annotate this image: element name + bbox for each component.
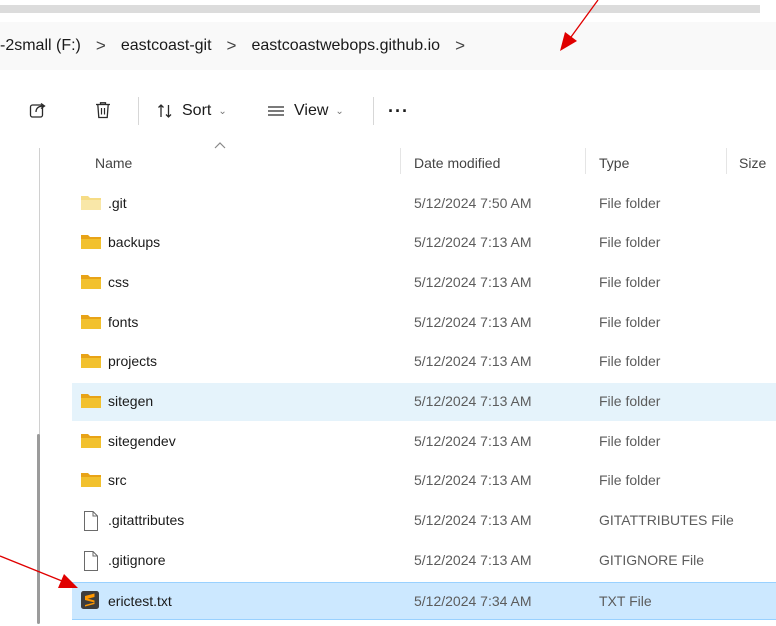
window-top-strip — [0, 0, 776, 14]
folder-icon — [80, 193, 102, 213]
share-icon[interactable] — [26, 98, 50, 122]
file-row[interactable]: src 5/12/2024 7:13 AM File folder — [72, 462, 776, 500]
breadcrumb-separator[interactable]: > — [96, 36, 106, 56]
file-type: GITIGNORE File — [599, 552, 705, 568]
column-divider[interactable] — [400, 148, 401, 174]
breadcrumb-drive[interactable]: -2small (F:) — [0, 37, 81, 55]
file-type: File folder — [599, 393, 661, 409]
folder-icon — [80, 470, 102, 490]
file-name: backups — [108, 234, 161, 250]
view-label: View — [294, 102, 329, 119]
breadcrumb-eastcoast-git[interactable]: eastcoast-git — [121, 37, 212, 55]
breadcrumb-separator[interactable]: > — [227, 36, 237, 56]
file-row[interactable]: .gitignore 5/12/2024 7:13 AM GITIGNORE F… — [72, 542, 776, 580]
file-name: .gitattributes — [108, 512, 185, 528]
file-type: File folder — [599, 234, 661, 250]
chevron-down-icon: ⌄ — [218, 105, 227, 117]
document-icon — [80, 550, 102, 571]
navigation-pane-scrollbar[interactable] — [37, 434, 40, 624]
file-type: File folder — [599, 433, 661, 449]
trash-icon[interactable] — [91, 98, 115, 122]
more-options-button[interactable]: ··· — [388, 97, 409, 125]
file-row[interactable]: backups 5/12/2024 7:13 AM File folder — [72, 224, 776, 262]
file-explorer-window: -2small (F:) > eastcoast-git > eastcoast… — [0, 0, 776, 626]
column-header-type[interactable]: Type — [599, 148, 629, 178]
file-row[interactable]: sitegendev 5/12/2024 7:13 AM File folder — [72, 423, 776, 461]
view-button[interactable]: View ⌄ — [266, 97, 344, 125]
breadcrumb-expand-chevron[interactable]: > — [455, 36, 465, 56]
folder-icon — [80, 312, 102, 332]
sort-label: Sort — [182, 102, 212, 119]
file-row-selected[interactable]: erictest.txt 5/12/2024 7:34 AM TXT File — [72, 582, 776, 620]
sort-arrows-icon — [156, 102, 174, 120]
column-header-date-modified[interactable]: Date modified — [414, 148, 500, 178]
file-type: File folder — [599, 195, 661, 211]
file-date-modified: 5/12/2024 7:34 AM — [414, 593, 532, 609]
file-row[interactable]: projects 5/12/2024 7:13 AM File folder — [72, 343, 776, 381]
breadcrumb-current-folder[interactable]: eastcoastwebops.github.io — [251, 37, 440, 55]
file-type: File folder — [599, 472, 661, 488]
file-date-modified: 5/12/2024 7:13 AM — [414, 393, 532, 409]
file-date-modified: 5/12/2024 7:13 AM — [414, 353, 532, 369]
file-row-hovered[interactable]: sitegen 5/12/2024 7:13 AM File folder — [72, 383, 776, 421]
column-divider[interactable] — [585, 148, 586, 174]
file-type: File folder — [599, 353, 661, 369]
address-bar[interactable]: -2small (F:) > eastcoast-git > eastcoast… — [0, 22, 776, 70]
file-date-modified: 5/12/2024 7:13 AM — [414, 512, 532, 528]
sort-button[interactable]: Sort ⌄ — [156, 97, 227, 125]
column-divider[interactable] — [726, 148, 727, 174]
file-date-modified: 5/12/2024 7:50 AM — [414, 195, 532, 211]
sublime-text-icon — [80, 590, 102, 610]
file-type: TXT File — [599, 593, 652, 609]
file-name: projects — [108, 353, 158, 369]
toolbar-divider — [373, 97, 374, 125]
file-type: File folder — [599, 274, 661, 290]
folder-icon — [80, 391, 102, 411]
folder-icon — [80, 431, 102, 451]
toolbar-divider — [138, 97, 139, 125]
file-date-modified: 5/12/2024 7:13 AM — [414, 314, 532, 330]
column-header-size[interactable]: Size — [739, 148, 766, 178]
file-name: fonts — [108, 314, 139, 330]
file-date-modified: 5/12/2024 7:13 AM — [414, 274, 532, 290]
file-name: src — [108, 472, 127, 488]
file-name: .gitignore — [108, 552, 166, 568]
file-date-modified: 5/12/2024 7:13 AM — [414, 433, 532, 449]
file-date-modified: 5/12/2024 7:13 AM — [414, 472, 532, 488]
view-lines-icon — [266, 102, 286, 120]
file-name: erictest.txt — [108, 593, 172, 609]
folder-icon — [80, 272, 102, 292]
file-type: File folder — [599, 314, 661, 330]
file-row[interactable]: fonts 5/12/2024 7:13 AM File folder — [72, 304, 776, 342]
file-name: css — [108, 274, 129, 290]
top-scroll-strip — [0, 5, 760, 13]
folder-icon — [80, 351, 102, 371]
column-header-name[interactable]: Name — [95, 148, 132, 178]
file-date-modified: 5/12/2024 7:13 AM — [414, 234, 532, 250]
red-arrow-bottom-shaft — [0, 555, 63, 582]
document-icon — [80, 510, 102, 531]
chevron-down-icon: ⌄ — [335, 105, 344, 117]
file-name: .git — [108, 195, 127, 211]
file-row[interactable]: .gitattributes 5/12/2024 7:13 AM GITATTR… — [72, 502, 776, 540]
file-name: sitegendev — [108, 433, 176, 449]
file-name: sitegen — [108, 393, 154, 409]
file-type: GITATTRIBUTES File — [599, 512, 734, 528]
file-row[interactable]: css 5/12/2024 7:13 AM File folder — [72, 264, 776, 302]
file-row[interactable]: .git 5/12/2024 7:50 AM File folder — [72, 185, 776, 223]
sort-ascending-caret-icon — [214, 136, 226, 152]
folder-icon — [80, 232, 102, 252]
file-date-modified: 5/12/2024 7:13 AM — [414, 552, 532, 568]
